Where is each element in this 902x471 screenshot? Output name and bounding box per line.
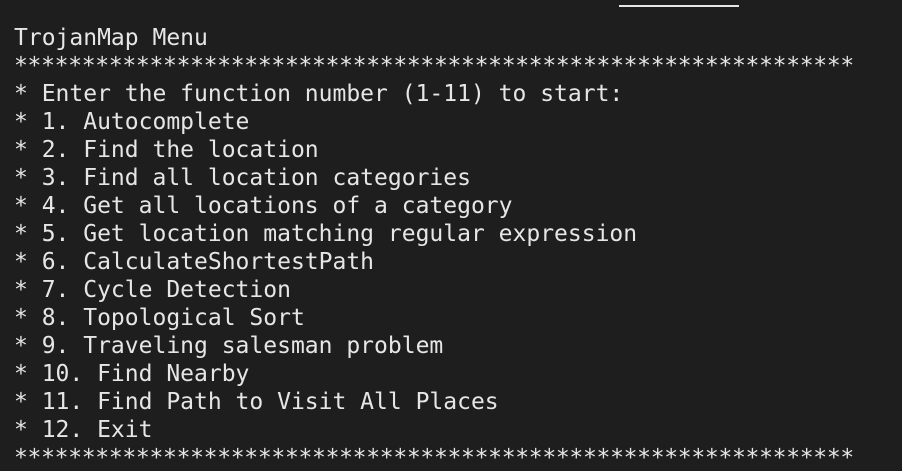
menu-prompt: * Enter the function number (1-11) to st… [14, 81, 624, 107]
menu-item-find-nearby: * 10. Find Nearby [14, 361, 250, 387]
terminal-window[interactable]: TrojanMap Menu *************************… [0, 0, 902, 471]
menu-item-cycle-detection: * 7. Cycle Detection [14, 277, 291, 303]
menu-item-exit: * 12. Exit [14, 417, 153, 443]
menu-item-regex-location: * 5. Get location matching regular expre… [14, 221, 638, 247]
menu-item-topological-sort: * 8. Topological Sort [14, 305, 305, 331]
menu-item-locations-of-category: * 4. Get all locations of a category [14, 193, 513, 219]
menu-item-visit-all-places: * 11. Find Path to Visit All Places [14, 389, 499, 415]
terminal-output: TrojanMap Menu *************************… [14, 24, 854, 471]
menu-item-tsp: * 9. Traveling salesman problem [14, 333, 444, 359]
separator-top: ****************************************… [14, 53, 854, 79]
separator-bottom: ****************************************… [14, 445, 854, 471]
menu-item-location-categories: * 3. Find all location categories [14, 165, 471, 191]
scrollbar-indicator [619, 5, 739, 7]
menu-item-find-location: * 2. Find the location [14, 137, 319, 163]
menu-title: TrojanMap Menu [14, 25, 208, 51]
menu-item-shortest-path: * 6. CalculateShortestPath [14, 249, 375, 275]
menu-item-autocomplete: * 1. Autocomplete [14, 109, 250, 135]
